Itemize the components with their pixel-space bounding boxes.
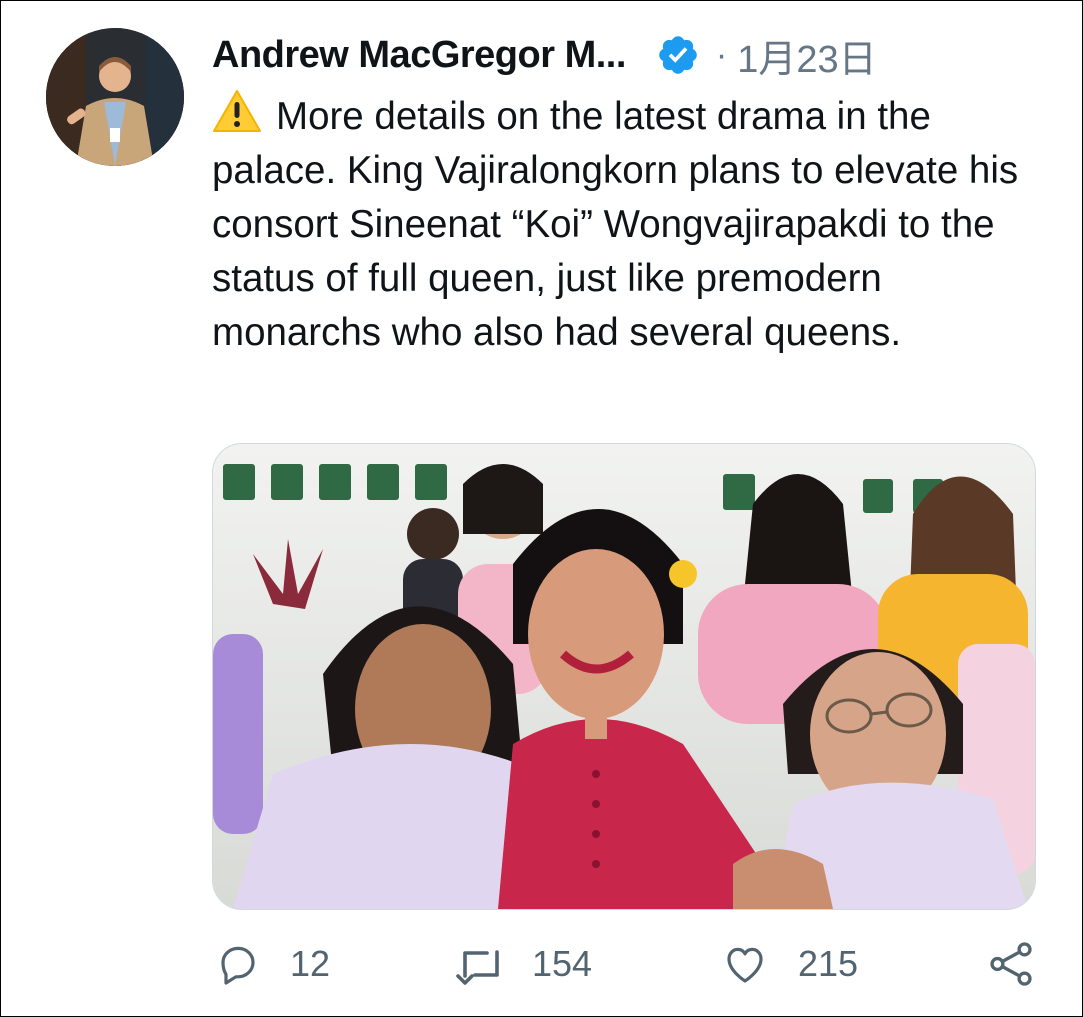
retweet-count: 154 xyxy=(532,943,593,984)
share-button[interactable] xyxy=(986,932,1036,996)
avatar-photo xyxy=(46,28,184,166)
tweet-photo[interactable] xyxy=(212,443,1036,910)
heart-icon xyxy=(720,940,770,988)
tweet-date[interactable]: 1月23日 xyxy=(737,28,876,83)
tweet-body: More details on the latest drama in the … xyxy=(212,89,1042,360)
reply-bubble-icon xyxy=(214,940,262,988)
tweet-text: More details on the latest drama in the … xyxy=(212,95,1019,354)
date-separator: · xyxy=(715,35,728,74)
author-avatar[interactable] xyxy=(46,28,184,166)
reply-count: 12 xyxy=(290,943,331,984)
verified-badge-icon xyxy=(656,33,700,77)
author-name[interactable]: Andrew MacGregor M... xyxy=(212,34,626,77)
share-icon xyxy=(986,939,1036,989)
reply-button[interactable]: 12 xyxy=(214,932,330,996)
retweet-button[interactable]: 154 xyxy=(452,932,592,996)
retweet-arrows-icon xyxy=(452,940,510,988)
like-count: 215 xyxy=(798,943,859,984)
tweet-actions: 12 154 215 xyxy=(0,932,1083,1002)
tweet-header: Andrew MacGregor M... · 1月23日 xyxy=(212,28,877,83)
photo-image xyxy=(213,444,1035,909)
like-button[interactable]: 215 xyxy=(720,932,858,996)
warning-icon xyxy=(212,89,262,132)
